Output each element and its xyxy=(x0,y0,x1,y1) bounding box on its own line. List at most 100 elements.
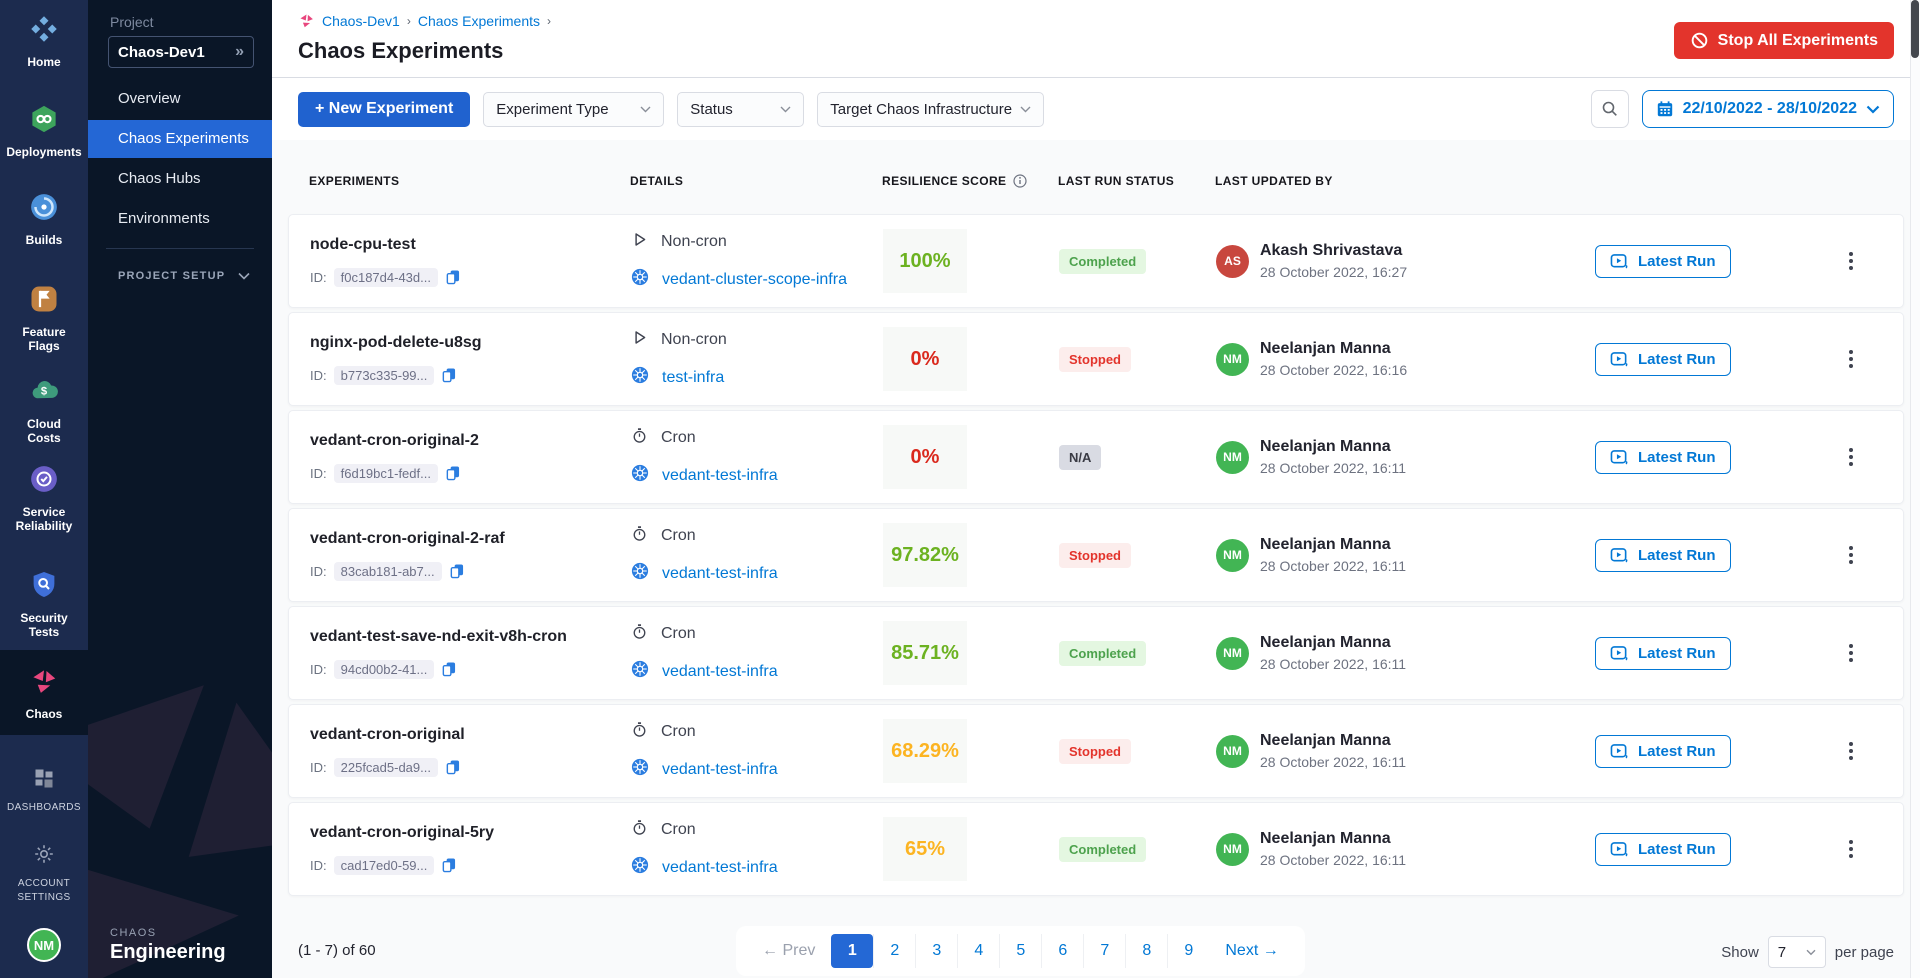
sidebar-item-account-settings[interactable]: ACCOUNTSETTINGS xyxy=(0,842,88,905)
kebab-menu-icon[interactable] xyxy=(1845,836,1857,862)
latest-run-button[interactable]: Latest Run xyxy=(1595,637,1731,670)
page-button-4[interactable]: 4 xyxy=(957,934,999,968)
status-cell: Completed xyxy=(1059,249,1216,274)
latest-run-button[interactable]: Latest Run xyxy=(1595,343,1731,376)
sidebar-item-service-reliability[interactable]: ServiceReliability xyxy=(0,464,88,533)
kebab-menu-icon[interactable] xyxy=(1845,346,1857,372)
breadcrumb-project-link[interactable]: Chaos-Dev1 xyxy=(322,13,400,29)
stop-all-experiments-button[interactable]: Stop All Experiments xyxy=(1674,22,1894,59)
experiment-id: 94cd00b2-41... xyxy=(334,660,435,679)
details-cell: Cron vedant-test-infra xyxy=(631,721,883,781)
infrastructure-link[interactable]: vedant-test-infra xyxy=(662,859,778,877)
kebab-menu-icon[interactable] xyxy=(1845,248,1857,274)
infrastructure-link[interactable]: vedant-test-infra xyxy=(662,565,778,583)
copy-icon[interactable] xyxy=(441,367,456,383)
experiment-name[interactable]: vedant-cron-original xyxy=(310,726,631,744)
sidebar-item-security-tests[interactable]: SecurityTests xyxy=(0,570,88,639)
latest-run-button[interactable]: Latest Run xyxy=(1595,441,1731,474)
status-badge: Stopped xyxy=(1059,347,1131,372)
experiment-name[interactable]: vedant-cron-original-2-raf xyxy=(310,530,631,548)
experiment-name[interactable]: nginx-pod-delete-u8sg xyxy=(310,334,631,352)
copy-icon[interactable] xyxy=(445,465,460,481)
page-button-2[interactable]: 2 xyxy=(873,934,915,968)
infrastructure-link[interactable]: vedant-test-infra xyxy=(662,663,778,681)
infrastructure-link[interactable]: test-infra xyxy=(662,369,724,387)
breadcrumb-page-link[interactable]: Chaos Experiments xyxy=(418,13,540,29)
latest-run-button[interactable]: Latest Run xyxy=(1595,539,1731,572)
infrastructure-link[interactable]: vedant-test-infra xyxy=(662,761,778,779)
experiment-row[interactable]: vedant-cron-original-2-raf ID: 83cab181-… xyxy=(288,508,1904,602)
project-nav-chaos-experiments[interactable]: Chaos Experiments xyxy=(88,120,272,158)
user-name: Neelanjan Manna xyxy=(1260,634,1406,652)
date-range-picker[interactable]: 22/10/2022 - 28/10/2022 xyxy=(1642,90,1894,128)
next-page-button[interactable]: Next → xyxy=(1209,934,1294,968)
filter-target-chaos-infrastructure[interactable]: Target Chaos Infrastructure xyxy=(817,92,1044,127)
sidebar-item-home[interactable]: Home xyxy=(0,14,88,69)
experiment-name[interactable]: vedant-cron-original-5ry xyxy=(310,824,631,842)
sidebar-item-builds[interactable]: Builds xyxy=(0,192,88,247)
row-menu-cell xyxy=(1845,640,1903,666)
project-nav-overview[interactable]: Overview xyxy=(88,80,272,118)
kebab-menu-icon[interactable] xyxy=(1845,444,1857,470)
copy-icon[interactable] xyxy=(441,857,456,873)
expand-icon[interactable]: » xyxy=(235,43,244,61)
latest-run-button[interactable]: Latest Run xyxy=(1595,245,1731,278)
project-setup-label: PROJECT SETUP xyxy=(118,270,225,282)
col-experiments: EXPERIMENTS xyxy=(288,174,630,188)
status-cell: Stopped xyxy=(1059,739,1216,764)
latest-run-label: Latest Run xyxy=(1638,351,1716,368)
page-size-select[interactable]: 7 xyxy=(1768,936,1826,968)
copy-icon[interactable] xyxy=(449,563,464,579)
user-avatar[interactable]: NM xyxy=(27,928,61,962)
experiment-row[interactable]: vedant-test-save-nd-exit-v8h-cron ID: 94… xyxy=(288,606,1904,700)
page-button-8[interactable]: 8 xyxy=(1125,934,1167,968)
page-button-3[interactable]: 3 xyxy=(915,934,957,968)
page-button-5[interactable]: 5 xyxy=(999,934,1041,968)
experiment-row[interactable]: nginx-pod-delete-u8sg ID: b773c335-99... xyxy=(288,312,1904,406)
latest-run-button[interactable]: Latest Run xyxy=(1595,833,1731,866)
sidebar-item-chaos[interactable]: Chaos xyxy=(0,650,88,735)
copy-icon[interactable] xyxy=(441,661,456,677)
project-nav-environments[interactable]: Environments xyxy=(88,200,272,238)
filter-status[interactable]: Status xyxy=(677,92,804,127)
avatar: NM xyxy=(1216,735,1249,768)
project-nav-chaos-hubs[interactable]: Chaos Hubs xyxy=(88,160,272,198)
page-button-1[interactable]: 1 xyxy=(831,934,873,968)
search-button[interactable] xyxy=(1591,90,1629,128)
page-button-7[interactable]: 7 xyxy=(1083,934,1125,968)
experiment-row[interactable]: node-cpu-test ID: f0c187d4-43d... xyxy=(288,214,1904,308)
project-setup-section[interactable]: PROJECT SETUP xyxy=(118,270,250,282)
filter-experiment-type[interactable]: Experiment Type xyxy=(483,92,664,127)
page-button-6[interactable]: 6 xyxy=(1041,934,1083,968)
scrollbar[interactable] xyxy=(1910,0,1920,978)
new-experiment-button[interactable]: + New Experiment xyxy=(298,92,470,127)
copy-icon[interactable] xyxy=(445,759,460,775)
experiment-row[interactable]: vedant-cron-original-2 ID: f6d19bc1-fedf… xyxy=(288,410,1904,504)
experiment-name[interactable]: vedant-test-save-nd-exit-v8h-cron xyxy=(310,628,631,646)
kebab-menu-icon[interactable] xyxy=(1845,640,1857,666)
infrastructure-link[interactable]: vedant-test-infra xyxy=(662,467,778,485)
latest-run-button[interactable]: Latest Run xyxy=(1595,735,1731,768)
info-icon[interactable] xyxy=(1013,174,1027,188)
experiment-name[interactable]: node-cpu-test xyxy=(310,236,631,254)
project-selector[interactable]: Chaos-Dev1 » xyxy=(108,36,254,68)
kebab-menu-icon[interactable] xyxy=(1845,542,1857,568)
chevron-down-icon xyxy=(640,106,651,113)
infrastructure-link[interactable]: vedant-cluster-scope-infra xyxy=(662,271,847,289)
prev-page-button[interactable]: ← Prev xyxy=(746,934,831,968)
infrastructure-icon xyxy=(631,856,649,879)
sidebar-item-cloud-costs[interactable]: $CloudCosts xyxy=(0,376,88,445)
copy-icon[interactable] xyxy=(445,269,460,285)
sidebar-item-dashboards[interactable]: DASHBOARDS xyxy=(0,766,88,815)
experiment-name[interactable]: vedant-cron-original-2 xyxy=(310,432,631,450)
scrollbar-thumb[interactable] xyxy=(1911,0,1919,58)
experiment-row[interactable]: vedant-cron-original ID: 225fcad5-da9... xyxy=(288,704,1904,798)
experiment-row[interactable]: vedant-cron-original-5ry ID: cad17ed0-59… xyxy=(288,802,1904,896)
module-footer-title: Engineering xyxy=(110,941,226,964)
chevron-down-icon xyxy=(1866,105,1880,114)
page-button-9[interactable]: 9 xyxy=(1167,934,1209,968)
sidebar-item-feature-flags[interactable]: FeatureFlags xyxy=(0,284,88,353)
table-body: node-cpu-test ID: f0c187d4-43d... xyxy=(288,214,1904,896)
sidebar-item-deployments[interactable]: Deployments xyxy=(0,104,88,159)
kebab-menu-icon[interactable] xyxy=(1845,738,1857,764)
